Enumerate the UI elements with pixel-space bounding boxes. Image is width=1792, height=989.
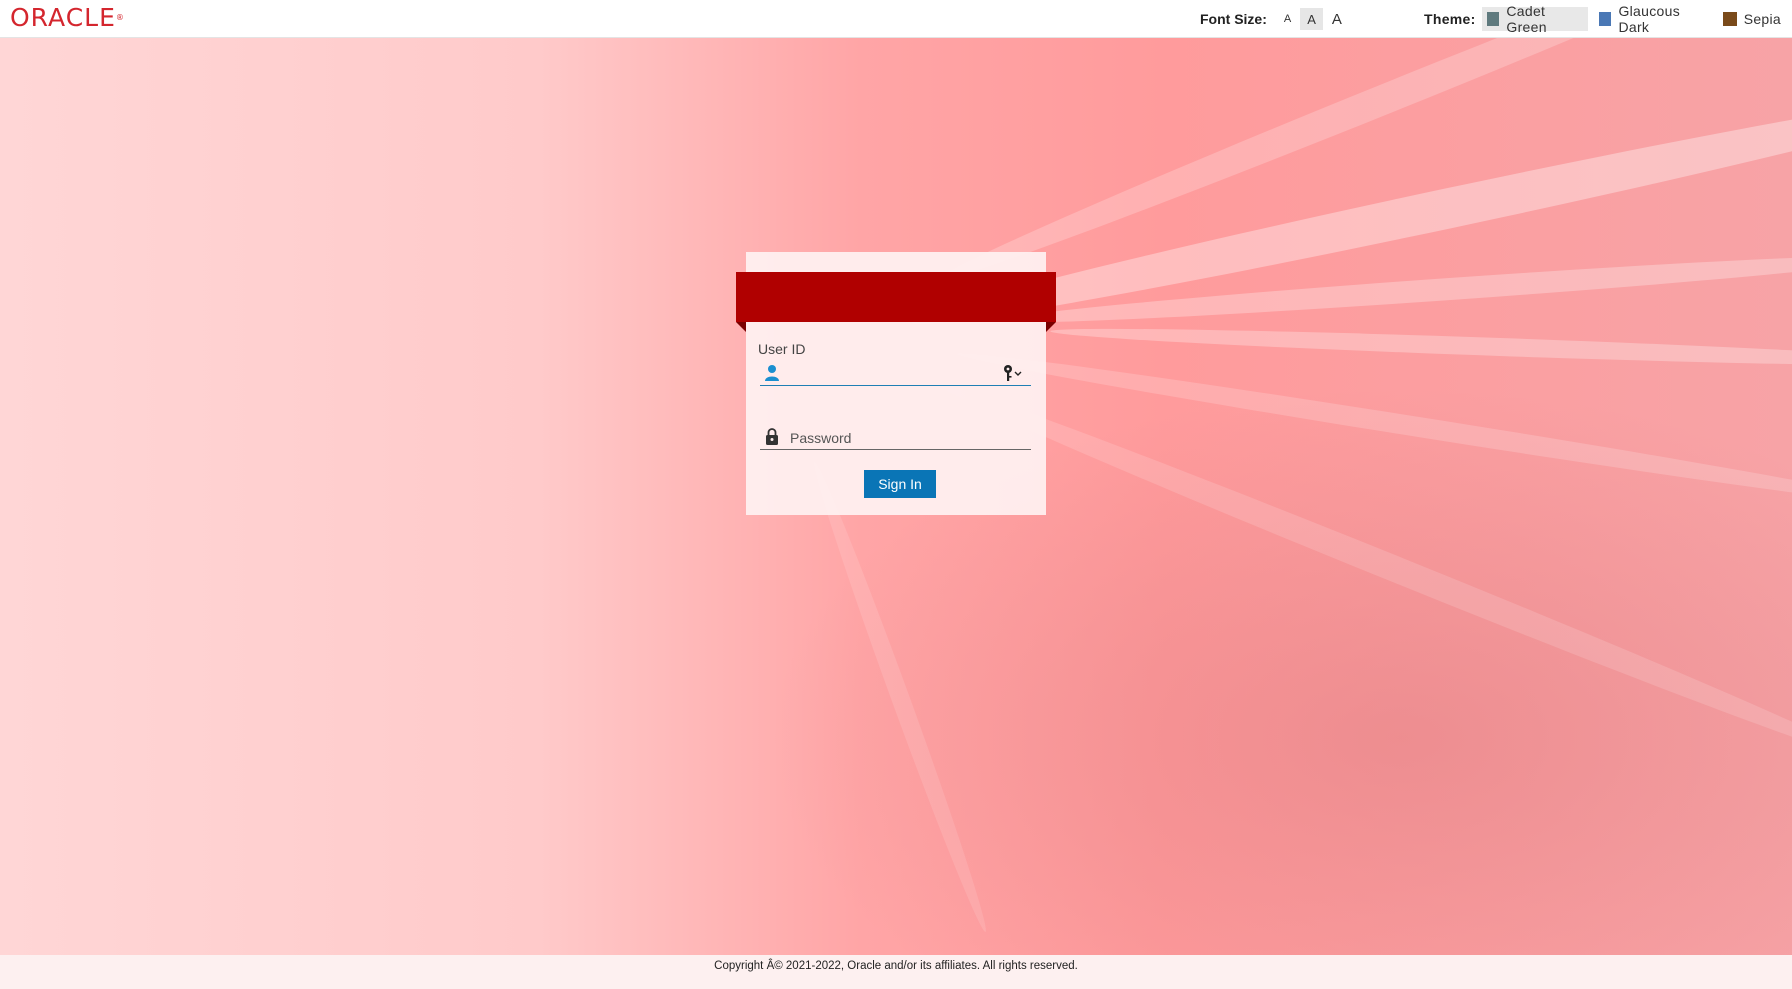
oracle-logo: ORACLE® xyxy=(10,3,124,32)
theme-glaucous-dark[interactable]: Glaucous Dark xyxy=(1594,3,1712,35)
glaucous-dark-swatch xyxy=(1598,12,1612,26)
banner-fold-left xyxy=(736,322,746,332)
font-size-small-button[interactable]: A xyxy=(1277,8,1298,30)
theme-option-label: Glaucous Dark xyxy=(1618,3,1680,35)
font-size-medium-button[interactable]: A xyxy=(1300,8,1323,30)
font-size-label: Font Size: xyxy=(1200,11,1267,27)
user-id-field xyxy=(760,361,1031,386)
font-size-selector: Font Size: A A A xyxy=(1200,8,1351,30)
login-banner xyxy=(736,272,1056,322)
user-icon xyxy=(765,365,779,381)
theme-option-label: Sepia xyxy=(1743,11,1781,27)
banner-fold-right xyxy=(1046,322,1056,332)
theme-cadet-green[interactable]: Cadet Green xyxy=(1481,3,1588,35)
cadet-green-swatch xyxy=(1486,12,1500,26)
sign-in-button[interactable]: Sign In xyxy=(864,470,936,498)
theme-sepia[interactable]: Sepia xyxy=(1718,7,1786,31)
sepia-swatch xyxy=(1722,12,1737,26)
font-size-large-button[interactable]: A xyxy=(1325,8,1349,30)
footer: Copyright Â© 2021-2022, Oracle and/or it… xyxy=(0,955,1792,989)
password-input[interactable] xyxy=(788,427,1022,449)
top-bar: ORACLE® Font Size: A A A Theme: Cadet Gr… xyxy=(0,0,1792,38)
theme-label: Theme: xyxy=(1424,11,1476,27)
lock-icon xyxy=(766,428,778,445)
password-field xyxy=(760,426,1031,450)
theme-option-label: Cadet Green xyxy=(1506,3,1547,35)
theme-selector: Theme: Cadet Green Glaucous Dark Sepia xyxy=(1424,3,1792,35)
user-id-input[interactable] xyxy=(786,363,1000,385)
key-dropdown-icon[interactable] xyxy=(1001,364,1025,382)
user-id-label: User ID xyxy=(758,341,806,357)
copyright-text: Copyright Â© 2021-2022, Oracle and/or it… xyxy=(714,960,1078,972)
